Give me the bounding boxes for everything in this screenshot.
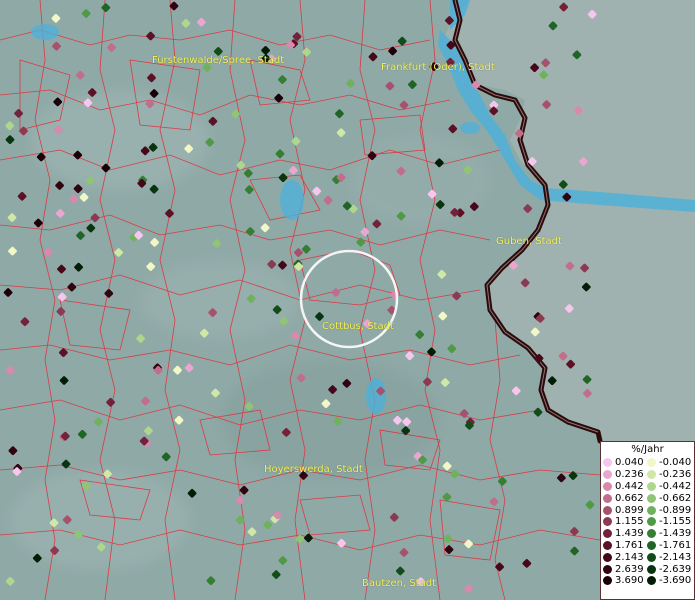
legend-value: 2.143 <box>615 551 644 563</box>
legend-swatch <box>603 529 612 539</box>
legend-value: -0.662 <box>659 492 692 504</box>
city-label-bautzen: Bautzen, Stadt <box>362 578 437 589</box>
legend-value: 0.662 <box>615 492 644 504</box>
legend-positive-column: 0.040 0.236 0.442 0.662 0.899 1.155 1.439 1.761… <box>603 457 644 587</box>
city-label-hoyerswerda: Hoyerswerda, Stadt <box>264 464 363 475</box>
legend-title: %/Jahr <box>631 444 664 455</box>
legend-value: 0.040 <box>615 457 644 469</box>
legend-swatch <box>647 505 656 515</box>
legend-swatch <box>603 552 612 562</box>
legend-value: -0.040 <box>659 457 692 469</box>
legend-entry: 0.236 <box>603 469 644 481</box>
legend-entry: 0.662 <box>603 492 644 504</box>
legend-entry: -0.899 <box>647 504 691 516</box>
legend-entry: -0.040 <box>647 457 691 469</box>
legend-entry: 1.761 <box>603 540 644 552</box>
legend-entry: 1.439 <box>603 528 644 540</box>
legend-value: -2.143 <box>659 551 692 563</box>
legend-swatch <box>647 564 656 574</box>
legend-swatch <box>603 540 612 550</box>
legend-value: -0.236 <box>659 469 692 481</box>
legend-entry: -2.639 <box>647 563 691 575</box>
legend-entry: 1.155 <box>603 516 644 528</box>
legend-swatch <box>603 481 612 491</box>
legend-value: -0.442 <box>659 480 692 492</box>
legend-entry: -0.662 <box>647 492 691 504</box>
legend-swatch <box>647 529 656 539</box>
legend-value: 2.639 <box>615 563 644 575</box>
legend-swatch <box>603 576 612 586</box>
legend-swatch <box>647 493 656 503</box>
legend-entry: 2.143 <box>603 551 644 563</box>
legend-swatch <box>647 470 656 480</box>
legend-swatch <box>647 481 656 491</box>
legend-swatch <box>647 540 656 550</box>
city-label-fuerstenwalde: Fürstenwalde/Spree, Stadt <box>152 55 285 66</box>
legend-value: 1.439 <box>615 528 644 540</box>
legend-swatch <box>603 505 612 515</box>
map-canvas[interactable] <box>0 0 695 600</box>
map-legend: %/Jahr 0.040 0.236 0.442 0.662 0.899 1.155 1.4… <box>600 441 695 600</box>
legend-value: -1.155 <box>659 516 692 528</box>
legend-swatch <box>647 517 656 527</box>
legend-swatch <box>603 470 612 480</box>
legend-entry: -1.439 <box>647 528 691 540</box>
city-label-frankfurt-oder: Frankfurt (Oder), Stadt <box>381 62 495 73</box>
legend-entry: 0.899 <box>603 504 644 516</box>
legend-value: 0.236 <box>615 469 644 481</box>
legend-entry: -2.143 <box>647 551 691 563</box>
legend-value: 3.690 <box>615 575 644 587</box>
legend-value: -1.439 <box>659 528 692 540</box>
legend-swatch <box>603 493 612 503</box>
legend-entry: -1.155 <box>647 516 691 528</box>
legend-swatch <box>647 552 656 562</box>
legend-value: 0.899 <box>615 504 644 516</box>
legend-swatch <box>647 576 656 586</box>
legend-swatch <box>603 517 612 527</box>
legend-entry: 2.639 <box>603 563 644 575</box>
legend-value: 1.761 <box>615 539 644 551</box>
legend-value: -2.639 <box>659 563 692 575</box>
legend-value: -0.899 <box>659 504 692 516</box>
city-label-guben: Guben, Stadt <box>496 236 562 247</box>
legend-entry: 0.040 <box>603 457 644 469</box>
legend-entry: -3.690 <box>647 575 691 587</box>
legend-value: -1.761 <box>659 539 692 551</box>
legend-value: 0.442 <box>615 480 644 492</box>
city-label-cottbus: Cottbus, Stadt <box>322 321 394 332</box>
legend-value: -3.690 <box>659 575 692 587</box>
legend-entry: -1.761 <box>647 540 691 552</box>
legend-swatch <box>603 458 612 468</box>
legend-entry: 0.442 <box>603 481 644 493</box>
legend-swatch <box>603 564 612 574</box>
legend-entry: -0.236 <box>647 469 691 481</box>
legend-swatch <box>647 458 656 468</box>
legend-entry: -0.442 <box>647 481 691 493</box>
legend-entry: 3.690 <box>603 575 644 587</box>
legend-negative-column: -0.040 -0.236 -0.442 -0.662 -0.899 -1.155 -1.4… <box>647 457 691 587</box>
legend-value: 1.155 <box>615 516 644 528</box>
